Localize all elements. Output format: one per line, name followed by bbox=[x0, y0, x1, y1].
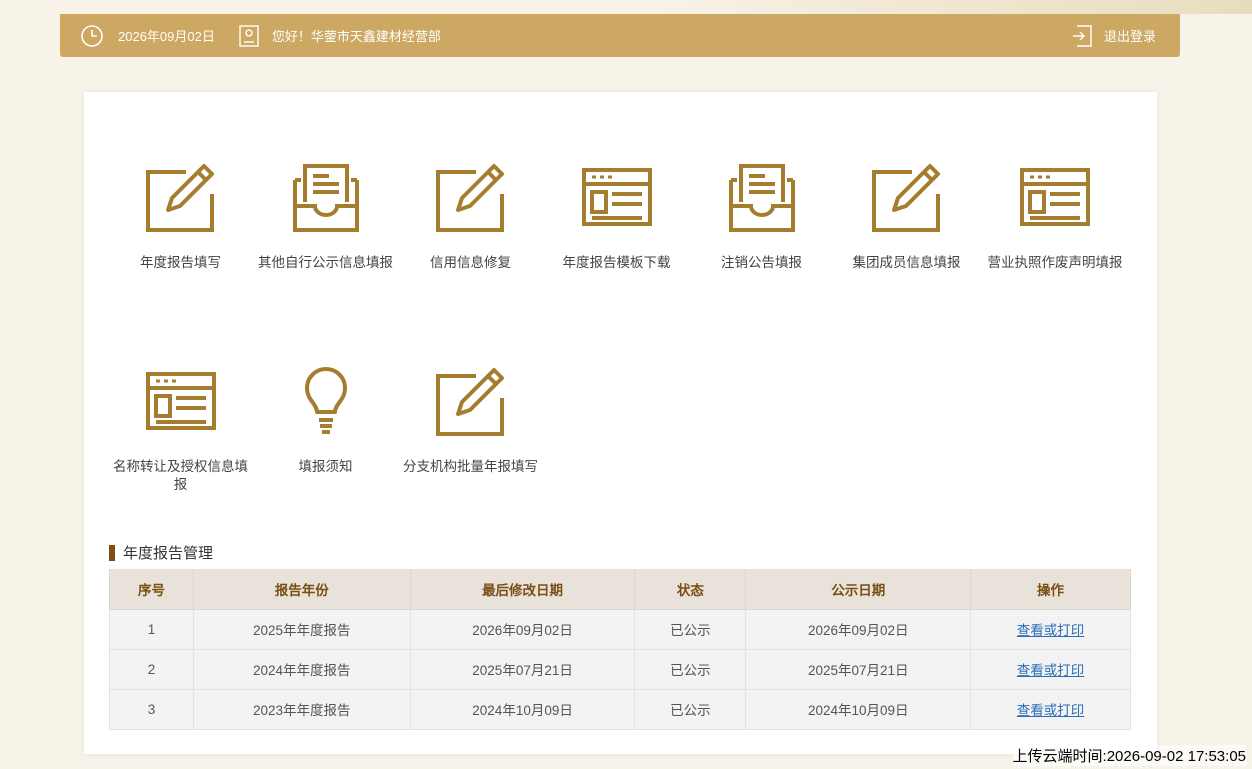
cell-status: 已公示 bbox=[634, 608, 747, 650]
cell-index: 3 bbox=[109, 688, 194, 730]
lightbulb-icon bbox=[304, 367, 347, 434]
cell-status: 已公示 bbox=[634, 688, 747, 730]
cell-report-year: 2023年年度报告 bbox=[192, 688, 411, 730]
template-icon bbox=[1020, 168, 1090, 226]
col-header: 最后修改日期 bbox=[409, 569, 636, 610]
cell-modified-date: 2026年09月02日 bbox=[409, 608, 636, 650]
tile-label: 年度报告填写 bbox=[140, 255, 221, 270]
tile-label: 集团成员信息填报 bbox=[852, 255, 961, 270]
main-card: 年度报告填写 其他自行公示信息填报 信用信息修复 年度报告模板下载 注销公告填报… bbox=[84, 92, 1157, 754]
inbox-icon bbox=[728, 164, 795, 232]
tile-label: 其他自行公示信息填报 bbox=[258, 255, 393, 270]
cell-action: 查看或打印 bbox=[970, 608, 1131, 650]
clock-icon bbox=[80, 24, 104, 48]
annual-report-table: 序号 报告年份 最后修改日期 状态 公示日期 操作 1 2025年年度报告 20… bbox=[109, 569, 1131, 730]
logout-label: 退出登录 bbox=[1103, 29, 1156, 44]
table-row: 1 2025年年度报告 2026年09月02日 已公示 2026年09月02日 … bbox=[109, 608, 1131, 650]
cell-publish-date: 2025年07月21日 bbox=[745, 648, 972, 690]
tile-template-download[interactable]: 年度报告模板下载 bbox=[544, 162, 689, 272]
tile-annual-report-fill[interactable]: 年度报告填写 bbox=[108, 162, 253, 272]
cell-report-year: 2024年年度报告 bbox=[192, 648, 411, 690]
tile-license-void[interactable]: 营业执照作废声明填报 bbox=[980, 162, 1130, 272]
col-header: 报告年份 bbox=[192, 569, 411, 610]
tile-label: 信用信息修复 bbox=[430, 255, 511, 270]
section-marker bbox=[109, 544, 115, 561]
tile-credit-repair[interactable]: 信用信息修复 bbox=[398, 162, 543, 272]
top-bar: 2026年09月02日 您好！华蓥市天鑫建材经营部 退出登录 bbox=[60, 14, 1180, 57]
col-header: 操作 bbox=[970, 569, 1131, 610]
cell-index: 2 bbox=[109, 648, 194, 690]
cell-action: 查看或打印 bbox=[970, 648, 1131, 690]
tile-group-members[interactable]: 集团成员信息填报 bbox=[834, 162, 979, 272]
cell-modified-date: 2024年10月09日 bbox=[409, 688, 636, 730]
cell-status: 已公示 bbox=[634, 648, 747, 690]
tile-label: 填报须知 bbox=[298, 459, 353, 474]
greeting-text: 您好！华蓥市天鑫建材经营部 bbox=[271, 29, 441, 44]
cell-index: 1 bbox=[109, 608, 194, 650]
edit-icon bbox=[871, 164, 940, 232]
cell-publish-date: 2024年10月09日 bbox=[745, 688, 972, 730]
cell-report-year: 2025年年度报告 bbox=[192, 608, 411, 650]
view-print-link[interactable]: 查看或打印 bbox=[1017, 703, 1085, 718]
logout-button[interactable]: 退出登录 bbox=[1072, 24, 1156, 47]
tile-branch-batch[interactable]: 分支机构批量年报填写 bbox=[398, 366, 543, 476]
tile-label: 分支机构批量年报填写 bbox=[403, 459, 538, 474]
tile-label: 年度报告模板下载 bbox=[562, 255, 671, 270]
tile-label: 营业执照作废声明填报 bbox=[987, 255, 1123, 270]
tile-instructions[interactable]: 填报须知 bbox=[253, 366, 398, 476]
cell-modified-date: 2025年07月21日 bbox=[409, 648, 636, 690]
col-header: 公示日期 bbox=[745, 569, 972, 610]
template-icon bbox=[581, 168, 652, 226]
table-row: 2 2024年年度报告 2025年07月21日 已公示 2025年07月21日 … bbox=[109, 648, 1131, 690]
col-header: 序号 bbox=[109, 569, 194, 610]
tile-other-disclosure[interactable]: 其他自行公示信息填报 bbox=[253, 162, 398, 272]
view-print-link[interactable]: 查看或打印 bbox=[1017, 663, 1085, 678]
logout-icon bbox=[1072, 24, 1092, 47]
template-icon bbox=[145, 372, 216, 430]
tile-name-transfer[interactable]: 名称转让及授权信息填报 bbox=[108, 366, 253, 494]
tile-label: 名称转让及授权信息填报 bbox=[113, 459, 248, 492]
edit-icon bbox=[435, 164, 504, 232]
cell-action: 查看或打印 bbox=[970, 688, 1131, 730]
background-decoration bbox=[652, 0, 1252, 14]
current-date: 2026年09月02日 bbox=[118, 29, 215, 44]
col-header: 状态 bbox=[634, 569, 747, 610]
inbox-icon bbox=[292, 164, 359, 232]
section-title: 年度报告管理 bbox=[109, 542, 213, 563]
tile-label: 注销公告填报 bbox=[721, 255, 802, 270]
cell-publish-date: 2026年09月02日 bbox=[745, 608, 972, 650]
view-print-link[interactable]: 查看或打印 bbox=[1017, 623, 1085, 638]
edit-icon bbox=[145, 164, 214, 232]
tile-cancellation-notice[interactable]: 注销公告填报 bbox=[689, 162, 834, 272]
table-row: 3 2023年年度报告 2024年10月09日 已公示 2024年10月09日 … bbox=[109, 688, 1131, 730]
table-header-row: 序号 报告年份 最后修改日期 状态 公示日期 操作 bbox=[109, 569, 1131, 610]
upload-timestamp: 上传云端时间:2026-09-02 17:53:05 bbox=[1012, 745, 1246, 766]
section-title-text: 年度报告管理 bbox=[123, 545, 214, 562]
user-icon bbox=[239, 24, 259, 47]
edit-icon bbox=[435, 368, 504, 436]
